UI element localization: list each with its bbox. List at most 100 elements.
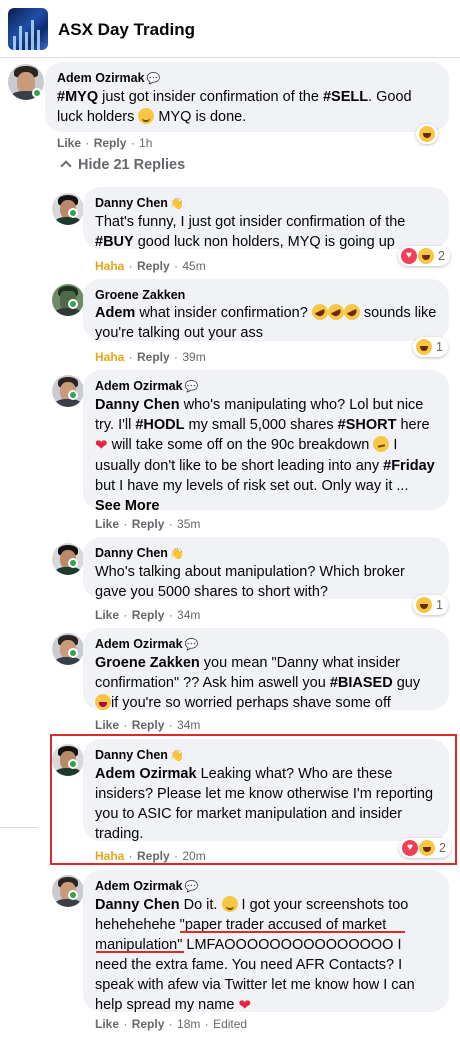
see-more-link[interactable]: See More xyxy=(95,498,159,514)
chevron-up-icon xyxy=(60,160,72,172)
haha-reaction-icon xyxy=(416,597,432,613)
like-button[interactable]: Like xyxy=(57,136,81,150)
love-reaction-icon: ♥ xyxy=(401,248,417,264)
reply-button[interactable]: Reply xyxy=(132,718,165,732)
timestamp[interactable]: 20m xyxy=(182,849,205,863)
comment-actions: Like · Reply · 35m xyxy=(95,517,201,531)
group-title[interactable]: ASX Day Trading xyxy=(58,20,195,40)
comment-text: Danny Chen who's manipulating who? Lol b… xyxy=(95,397,435,514)
comment-author[interactable]: Adem Ozirmak 💬 xyxy=(95,636,437,653)
comment-author[interactable]: Groene Zakken xyxy=(95,287,437,303)
reaction-summary[interactable]: ♥ 2 xyxy=(399,838,451,858)
reaction-count: 2 xyxy=(439,841,446,855)
comment-text: Danny Chen Do it. I got your screenshots… xyxy=(95,896,415,1014)
comment-actions: Like · Reply · 34m xyxy=(95,718,201,732)
comment-text: Adem Ozirmak Leaking what? Who are these… xyxy=(95,766,434,842)
hashtag-link[interactable]: #HODL xyxy=(135,417,184,433)
like-button[interactable]: Like xyxy=(95,1017,119,1031)
reaction-summary[interactable]: 1 xyxy=(413,337,448,357)
like-button[interactable]: Like xyxy=(95,718,119,732)
online-indicator xyxy=(32,88,42,98)
online-indicator xyxy=(68,558,78,568)
reaction-summary[interactable]: ♥ 2 xyxy=(398,246,450,266)
comment-actions: Haha · Reply · 20m xyxy=(95,849,206,863)
comment-bubble: Adem Ozirmak 💬 Danny Chen Do it. I got yo… xyxy=(83,870,449,1014)
chat-icon: 💬 xyxy=(184,881,199,893)
reply-button[interactable]: Reply xyxy=(137,849,170,863)
comment-actions: Like · Reply · 18m · Edited xyxy=(95,1017,248,1031)
heart-emoji-icon: ❤ xyxy=(95,437,108,454)
wave-icon: 👋 xyxy=(169,548,184,560)
reaction-summary[interactable]: 1 xyxy=(413,595,448,615)
comment-actions: Like · Reply · 1h xyxy=(57,136,153,150)
reaction-count: 1 xyxy=(436,340,443,354)
chat-icon: 💬 xyxy=(146,73,161,85)
smile-emoji-icon xyxy=(221,896,238,912)
reply-button[interactable]: Reply xyxy=(132,517,165,531)
comment-text: That's funny, I just got insider confirm… xyxy=(95,214,406,250)
comment-author[interactable]: Adem Ozirmak 💬 xyxy=(95,878,437,895)
online-indicator xyxy=(68,648,78,658)
comment-author[interactable]: Danny Chen 👋 xyxy=(95,195,437,212)
hide-replies-button[interactable]: Hide 21 Replies xyxy=(60,157,185,173)
timestamp[interactable]: 45m xyxy=(182,259,205,273)
heart-emoji-icon: ❤ xyxy=(238,997,252,1014)
comment-text: Who's talking about manipulation? Which … xyxy=(95,564,405,600)
timestamp[interactable]: 35m xyxy=(177,517,200,531)
comment-author[interactable]: Danny Chen 👋 xyxy=(95,545,437,562)
mention-link[interactable]: Adem Ozirmak xyxy=(95,766,197,782)
smirk-emoji-icon xyxy=(373,436,390,452)
comment-bubble: Adem Ozirmak 💬 Danny Chen who's manipulat… xyxy=(83,370,449,514)
like-button[interactable]: Like xyxy=(95,517,119,531)
hashtag-link[interactable]: #BUY xyxy=(95,234,134,250)
hashtag-link[interactable]: #SHORT xyxy=(338,417,397,433)
like-button[interactable]: Like xyxy=(95,608,119,622)
mention-link[interactable]: Danny Chen xyxy=(95,897,180,913)
haha-button[interactable]: Haha xyxy=(95,849,124,863)
hashtag-link[interactable]: #BIASED xyxy=(330,675,393,691)
timestamp[interactable]: 34m xyxy=(177,608,200,622)
comment-text: #MYQ just got insider confirmation of th… xyxy=(57,89,412,125)
reply-button[interactable]: Reply xyxy=(137,259,170,273)
comment-author[interactable]: Danny Chen 👋 xyxy=(95,747,437,764)
comment-bubble: Danny Chen 👋 That's funny, I just got ins… xyxy=(83,187,449,250)
comment-actions: Haha · Reply · 39m xyxy=(95,350,206,364)
timestamp[interactable]: 18m xyxy=(177,1017,200,1031)
timestamp[interactable]: 34m xyxy=(177,718,200,732)
comment-text: Adem what insider confirmation? sounds l… xyxy=(95,301,437,343)
mention-link[interactable]: Groene Zakken xyxy=(95,655,200,671)
haha-reaction-icon xyxy=(416,339,432,355)
reply-button[interactable]: Reply xyxy=(137,350,170,364)
haha-reaction-icon xyxy=(418,248,434,264)
quote-underline-annotation xyxy=(96,951,184,953)
haha-button[interactable]: Haha xyxy=(95,350,124,364)
mention-link[interactable]: Danny Chen xyxy=(95,397,180,413)
online-indicator xyxy=(68,759,78,769)
hashtag-link[interactable]: #Friday xyxy=(383,458,435,474)
reaction-summary[interactable] xyxy=(416,124,438,144)
online-indicator xyxy=(68,890,78,900)
timestamp[interactable]: 1h xyxy=(139,136,152,150)
reply-button[interactable]: Reply xyxy=(132,1017,165,1031)
hashtag-link[interactable]: #MYQ xyxy=(57,89,98,105)
reply-button[interactable]: Reply xyxy=(132,608,165,622)
comment-actions: Haha · Reply · 45m xyxy=(95,259,206,273)
online-indicator xyxy=(68,299,78,309)
comment-actions: Like · Reply · 34m xyxy=(95,608,201,622)
wave-icon: 👋 xyxy=(169,198,184,210)
chat-icon: 💬 xyxy=(184,381,199,393)
reply-button[interactable]: Reply xyxy=(94,136,127,150)
timestamp[interactable]: 39m xyxy=(182,350,205,364)
haha-button[interactable]: Haha xyxy=(95,259,124,273)
online-indicator xyxy=(68,208,78,218)
mention-link[interactable]: Adem xyxy=(95,305,135,321)
comment-text: Groene Zakken you mean "Danny what insid… xyxy=(95,655,421,711)
zany-emoji-icon xyxy=(95,694,111,710)
haha-reaction-icon xyxy=(419,126,435,142)
hashtag-link[interactable]: #SELL xyxy=(323,89,368,105)
comment-author[interactable]: Adem Ozirmak 💬 xyxy=(95,378,437,395)
group-cover-image[interactable] xyxy=(8,8,48,50)
comment-bubble: Adem Ozirmak 💬 #MYQ just got insider conf… xyxy=(45,62,449,132)
chat-icon: 💬 xyxy=(184,639,199,651)
comment-author[interactable]: Adem Ozirmak 💬 xyxy=(57,70,437,87)
